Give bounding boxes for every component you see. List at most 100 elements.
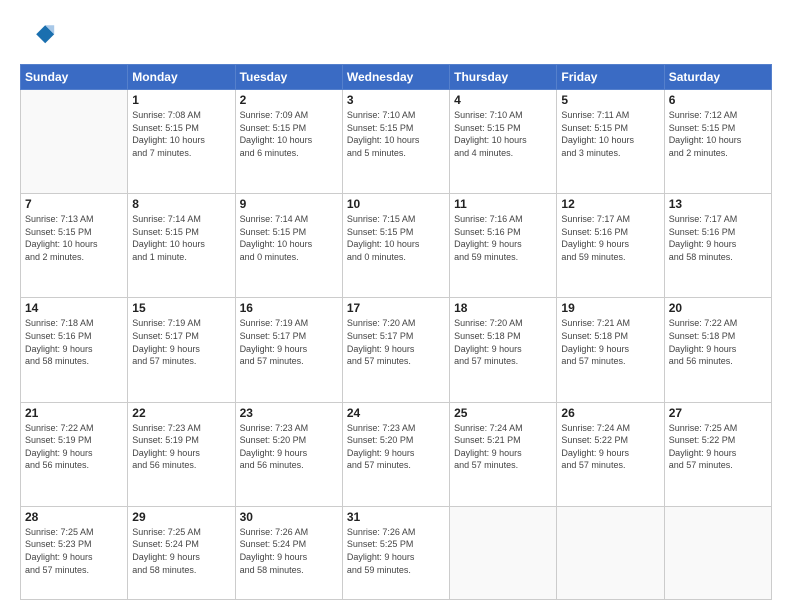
day-number: 24: [347, 406, 445, 420]
day-number: 26: [561, 406, 659, 420]
calendar-cell: 4Sunrise: 7:10 AM Sunset: 5:15 PM Daylig…: [450, 90, 557, 194]
calendar-cell: 17 Sunrise: 7:20 AM Sunset: 5:17 PM Dayli…: [342, 298, 449, 402]
calendar-cell: 14 Sunrise: 7:18 AM Sunset: 5:16 PM Dayli…: [21, 298, 128, 402]
calendar-cell: 13 Sunrise: 7:17 AM Sunset: 5:16 PM Dayli…: [664, 194, 771, 298]
calendar-cell: 1Sunrise: 7:08 AM Sunset: 5:15 PM Daylig…: [128, 90, 235, 194]
day-info: Sunrise: 7:20 AM Sunset: 5:17 PM Dayligh…: [347, 317, 445, 367]
calendar-cell: [21, 90, 128, 194]
day-info: Sunrise: 7:24 AM Sunset: 5:21 PM Dayligh…: [454, 422, 552, 472]
day-number: 9: [240, 197, 338, 211]
day-info: Sunrise: 7:25 AM Sunset: 5:24 PM Dayligh…: [132, 526, 230, 576]
day-number: 28: [25, 510, 123, 524]
weekday-header-monday: Monday: [128, 65, 235, 90]
calendar-cell: 20 Sunrise: 7:22 AM Sunset: 5:18 PM Dayli…: [664, 298, 771, 402]
weekday-header-friday: Friday: [557, 65, 664, 90]
week-row-4: 21 Sunrise: 7:22 AM Sunset: 5:19 PM Dayli…: [21, 402, 772, 506]
calendar-cell: 21 Sunrise: 7:22 AM Sunset: 5:19 PM Dayli…: [21, 402, 128, 506]
page: SundayMondayTuesdayWednesdayThursdayFrid…: [0, 0, 792, 612]
day-number: 19: [561, 301, 659, 315]
calendar-table: SundayMondayTuesdayWednesdayThursdayFrid…: [20, 64, 772, 600]
day-info: Sunrise: 7:13 AM Sunset: 5:15 PM Dayligh…: [25, 213, 123, 263]
calendar-cell: 9 Sunrise: 7:14 AM Sunset: 5:15 PM Daylig…: [235, 194, 342, 298]
day-info: Sunrise: 7:11 AM Sunset: 5:15 PM Dayligh…: [561, 109, 659, 159]
day-number: 15: [132, 301, 230, 315]
day-info: Sunrise: 7:08 AM Sunset: 5:15 PM Dayligh…: [132, 109, 230, 159]
header: [20, 18, 772, 54]
week-row-5: 28 Sunrise: 7:25 AM Sunset: 5:23 PM Dayli…: [21, 506, 772, 599]
logo: [20, 18, 60, 54]
weekday-header-saturday: Saturday: [664, 65, 771, 90]
weekday-header-sunday: Sunday: [21, 65, 128, 90]
calendar-cell: 29 Sunrise: 7:25 AM Sunset: 5:24 PM Dayli…: [128, 506, 235, 599]
day-number: 5: [561, 93, 659, 107]
day-info: Sunrise: 7:14 AM Sunset: 5:15 PM Dayligh…: [240, 213, 338, 263]
day-number: 29: [132, 510, 230, 524]
calendar-cell: 11 Sunrise: 7:16 AM Sunset: 5:16 PM Dayli…: [450, 194, 557, 298]
day-number: 27: [669, 406, 767, 420]
calendar-cell: 15 Sunrise: 7:19 AM Sunset: 5:17 PM Dayli…: [128, 298, 235, 402]
day-number: 20: [669, 301, 767, 315]
day-info: Sunrise: 7:09 AM Sunset: 5:15 PM Dayligh…: [240, 109, 338, 159]
day-number: 21: [25, 406, 123, 420]
calendar-cell: 26 Sunrise: 7:24 AM Sunset: 5:22 PM Dayli…: [557, 402, 664, 506]
calendar-cell: 12Sunrise: 7:17 AM Sunset: 5:16 PM Dayli…: [557, 194, 664, 298]
day-number: 18: [454, 301, 552, 315]
calendar-cell: 18Sunrise: 7:20 AM Sunset: 5:18 PM Dayli…: [450, 298, 557, 402]
calendar-cell: 10 Sunrise: 7:15 AM Sunset: 5:15 PM Dayli…: [342, 194, 449, 298]
calendar-cell: [664, 506, 771, 599]
day-number: 16: [240, 301, 338, 315]
day-info: Sunrise: 7:23 AM Sunset: 5:20 PM Dayligh…: [240, 422, 338, 472]
day-info: Sunrise: 7:23 AM Sunset: 5:20 PM Dayligh…: [347, 422, 445, 472]
weekday-header-thursday: Thursday: [450, 65, 557, 90]
day-info: Sunrise: 7:25 AM Sunset: 5:22 PM Dayligh…: [669, 422, 767, 472]
day-info: Sunrise: 7:16 AM Sunset: 5:16 PM Dayligh…: [454, 213, 552, 263]
calendar-cell: [557, 506, 664, 599]
calendar-cell: 8Sunrise: 7:14 AM Sunset: 5:15 PM Daylig…: [128, 194, 235, 298]
calendar-cell: 31 Sunrise: 7:26 AM Sunset: 5:25 PM Dayli…: [342, 506, 449, 599]
day-info: Sunrise: 7:12 AM Sunset: 5:15 PM Dayligh…: [669, 109, 767, 159]
day-number: 4: [454, 93, 552, 107]
day-number: 12: [561, 197, 659, 211]
day-info: Sunrise: 7:22 AM Sunset: 5:19 PM Dayligh…: [25, 422, 123, 472]
day-number: 23: [240, 406, 338, 420]
day-info: Sunrise: 7:22 AM Sunset: 5:18 PM Dayligh…: [669, 317, 767, 367]
day-number: 2: [240, 93, 338, 107]
calendar-cell: 25 Sunrise: 7:24 AM Sunset: 5:21 PM Dayli…: [450, 402, 557, 506]
calendar-cell: 7Sunrise: 7:13 AM Sunset: 5:15 PM Daylig…: [21, 194, 128, 298]
week-row-3: 14 Sunrise: 7:18 AM Sunset: 5:16 PM Dayli…: [21, 298, 772, 402]
day-number: 25: [454, 406, 552, 420]
weekday-header-tuesday: Tuesday: [235, 65, 342, 90]
day-info: Sunrise: 7:24 AM Sunset: 5:22 PM Dayligh…: [561, 422, 659, 472]
day-info: Sunrise: 7:23 AM Sunset: 5:19 PM Dayligh…: [132, 422, 230, 472]
weekday-header-wednesday: Wednesday: [342, 65, 449, 90]
day-info: Sunrise: 7:25 AM Sunset: 5:23 PM Dayligh…: [25, 526, 123, 576]
calendar-cell: [450, 506, 557, 599]
week-row-2: 7Sunrise: 7:13 AM Sunset: 5:15 PM Daylig…: [21, 194, 772, 298]
day-info: Sunrise: 7:19 AM Sunset: 5:17 PM Dayligh…: [240, 317, 338, 367]
calendar-cell: 16 Sunrise: 7:19 AM Sunset: 5:17 PM Dayli…: [235, 298, 342, 402]
day-info: Sunrise: 7:19 AM Sunset: 5:17 PM Dayligh…: [132, 317, 230, 367]
logo-icon: [20, 18, 56, 54]
day-info: Sunrise: 7:26 AM Sunset: 5:25 PM Dayligh…: [347, 526, 445, 576]
day-number: 14: [25, 301, 123, 315]
calendar-cell: 28 Sunrise: 7:25 AM Sunset: 5:23 PM Dayli…: [21, 506, 128, 599]
day-info: Sunrise: 7:18 AM Sunset: 5:16 PM Dayligh…: [25, 317, 123, 367]
calendar-cell: 3Sunrise: 7:10 AM Sunset: 5:15 PM Daylig…: [342, 90, 449, 194]
calendar-cell: 2 Sunrise: 7:09 AM Sunset: 5:15 PM Daylig…: [235, 90, 342, 194]
calendar-cell: 27 Sunrise: 7:25 AM Sunset: 5:22 PM Dayli…: [664, 402, 771, 506]
week-row-1: 1Sunrise: 7:08 AM Sunset: 5:15 PM Daylig…: [21, 90, 772, 194]
calendar-cell: 23 Sunrise: 7:23 AM Sunset: 5:20 PM Dayli…: [235, 402, 342, 506]
day-number: 3: [347, 93, 445, 107]
calendar-cell: 6Sunrise: 7:12 AM Sunset: 5:15 PM Daylig…: [664, 90, 771, 194]
day-info: Sunrise: 7:17 AM Sunset: 5:16 PM Dayligh…: [669, 213, 767, 263]
calendar-cell: 19Sunrise: 7:21 AM Sunset: 5:18 PM Dayli…: [557, 298, 664, 402]
weekday-header-row: SundayMondayTuesdayWednesdayThursdayFrid…: [21, 65, 772, 90]
day-number: 13: [669, 197, 767, 211]
day-number: 17: [347, 301, 445, 315]
day-number: 31: [347, 510, 445, 524]
calendar-cell: 30Sunrise: 7:26 AM Sunset: 5:24 PM Dayli…: [235, 506, 342, 599]
day-number: 10: [347, 197, 445, 211]
calendar-cell: 24 Sunrise: 7:23 AM Sunset: 5:20 PM Dayli…: [342, 402, 449, 506]
day-number: 11: [454, 197, 552, 211]
day-info: Sunrise: 7:15 AM Sunset: 5:15 PM Dayligh…: [347, 213, 445, 263]
